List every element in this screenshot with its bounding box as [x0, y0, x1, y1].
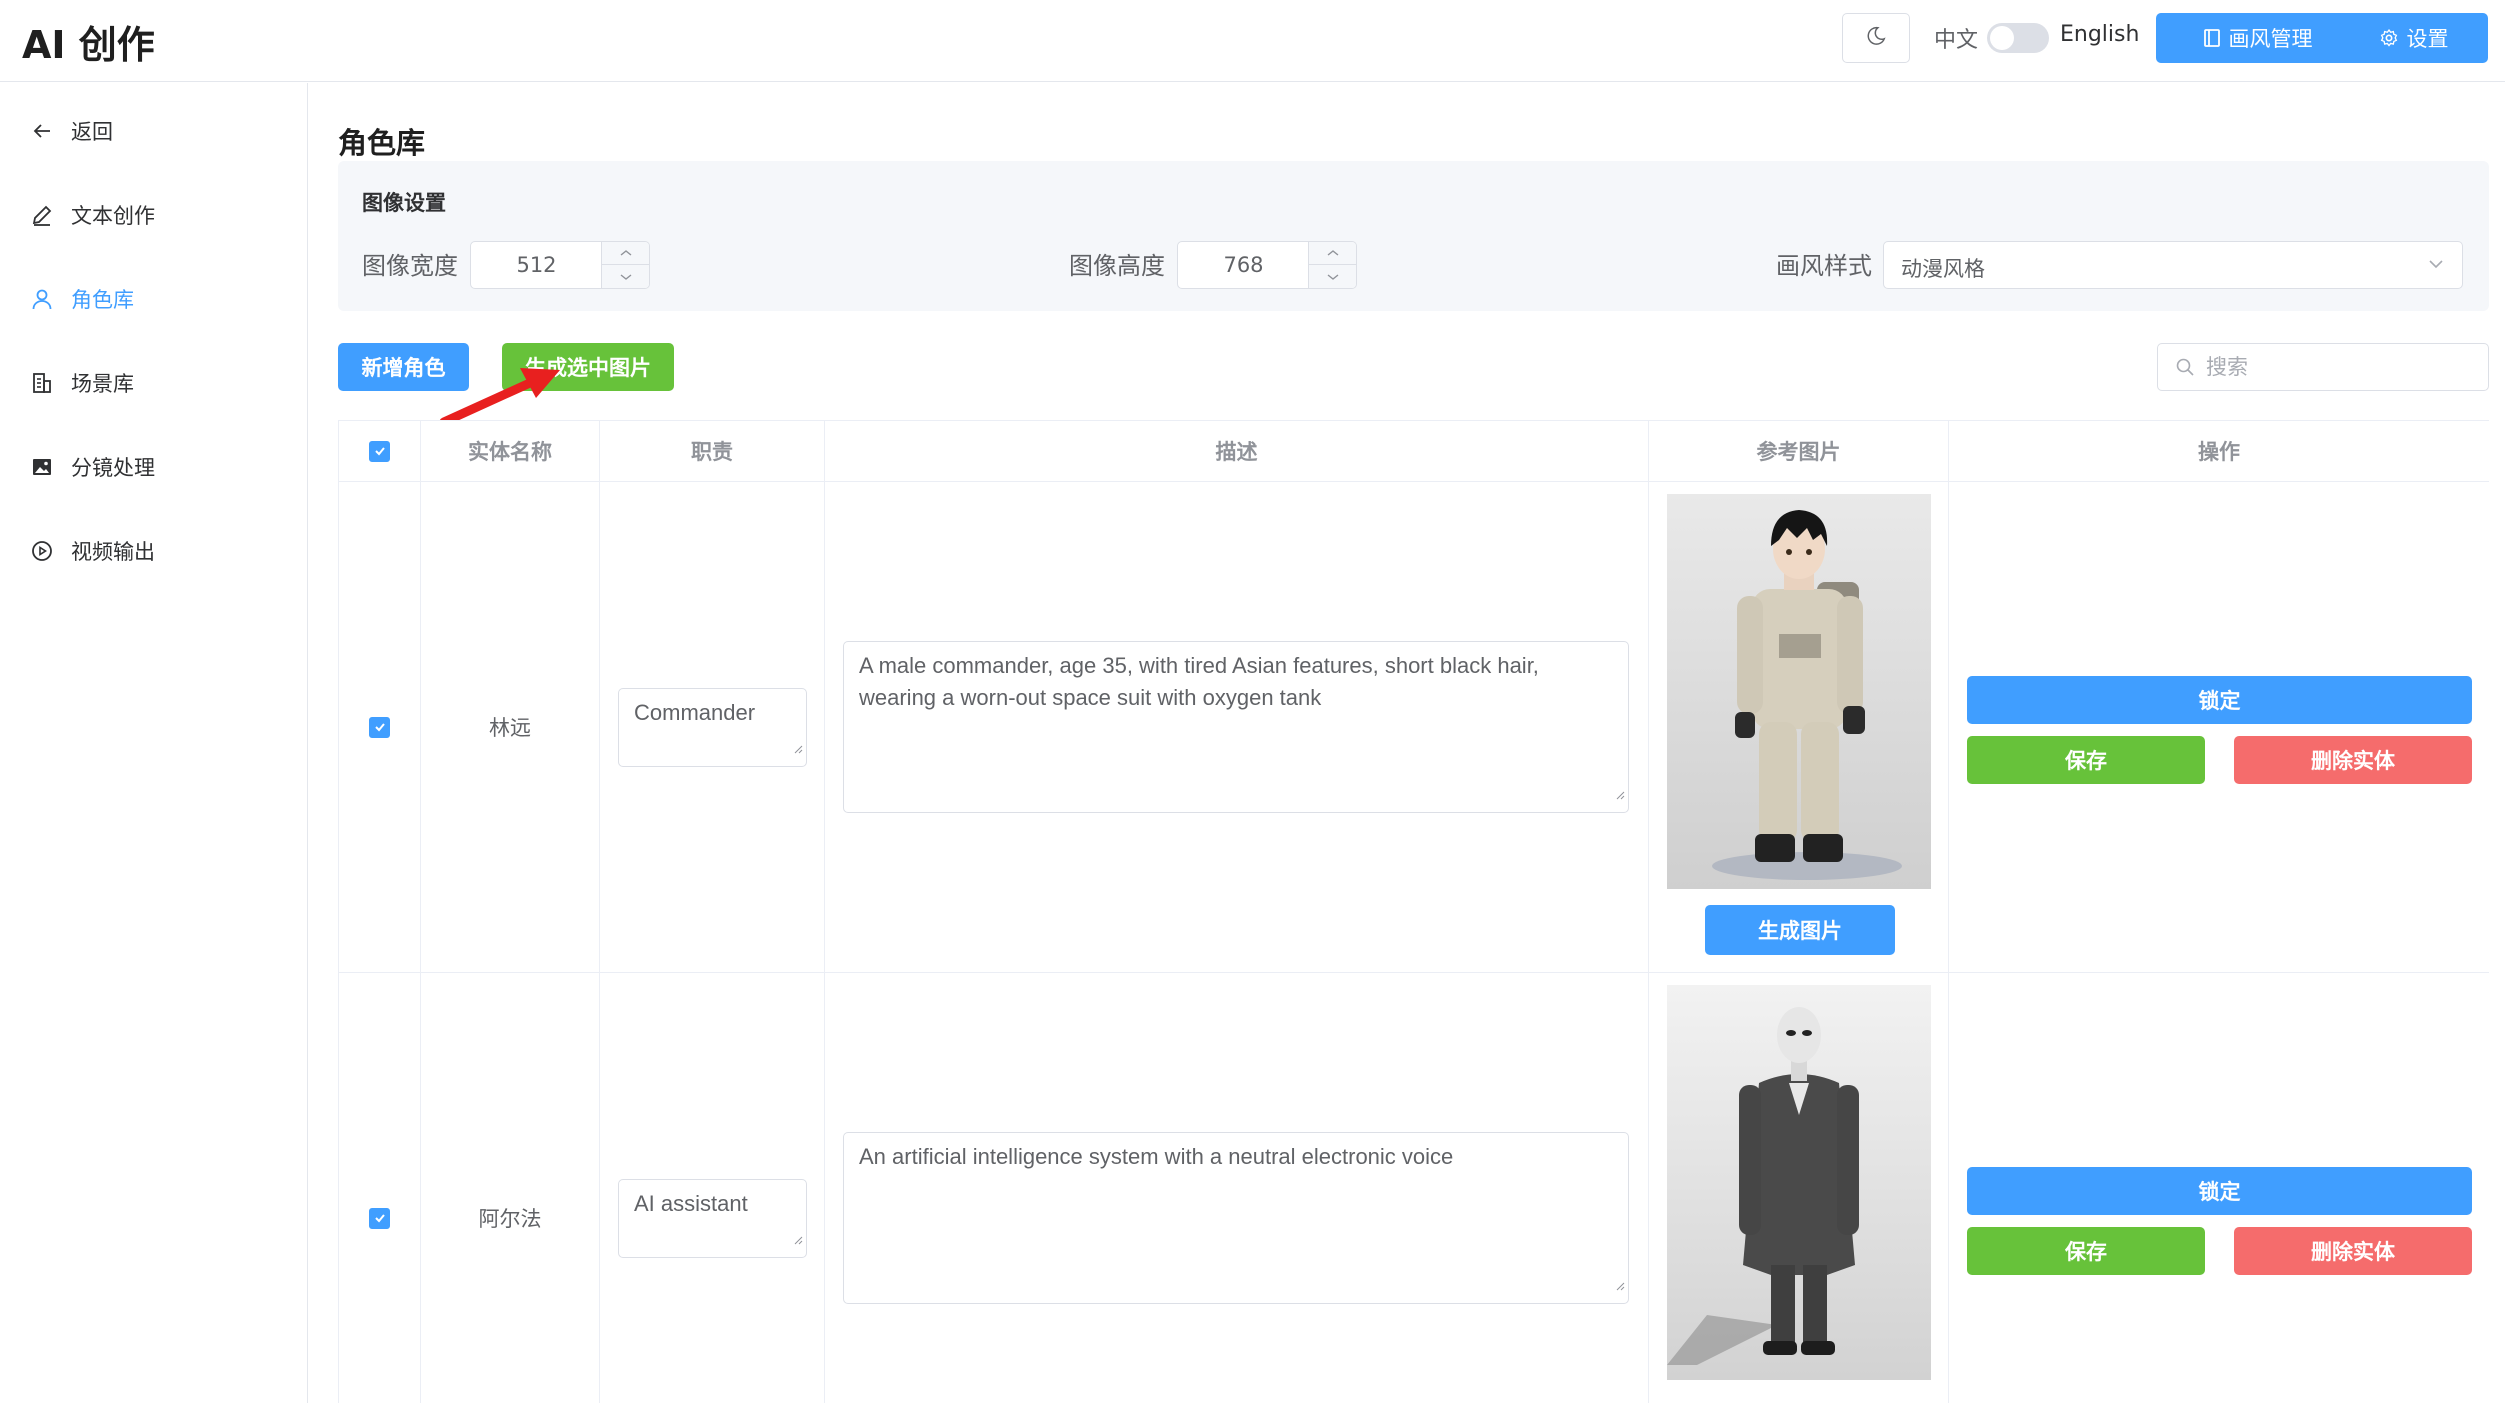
table-row-2-actions-cell: 锁定 保存 删除实体 — [1949, 973, 2489, 1403]
lock-button[interactable]: 锁定 — [1967, 1167, 2472, 1215]
table-row-1-description-cell: A male commander, age 35, with tired Asi… — [825, 482, 1649, 973]
sidebar: 返回 文本创作 角色库 场景库 分镜处理 视频输出 — [0, 83, 308, 1403]
table-row-2-image-cell — [1649, 973, 1949, 1403]
pen-icon — [28, 201, 56, 229]
description-textarea[interactable]: A male commander, age 35, with tired Asi… — [843, 641, 1629, 813]
table-row-2-description-cell: An artificial intelligence system with a… — [825, 973, 1649, 1403]
generate-image-button[interactable]: 生成图片 — [1705, 905, 1895, 955]
settings-button[interactable]: 设置 — [2339, 13, 2488, 63]
search-icon — [2175, 357, 2195, 381]
row-checkbox[interactable] — [369, 716, 390, 738]
description-textarea[interactable]: An artificial intelligence system with a… — [843, 1132, 1629, 1304]
style-management-button[interactable]: 画风管理 — [2156, 13, 2359, 63]
sidebar-item-label: 分镜处理 — [71, 456, 155, 480]
sidebar-item-label: 场景库 — [71, 372, 134, 396]
gear-icon — [2379, 28, 2399, 48]
image-width-label: 图像宽度 — [362, 252, 458, 280]
play-circle-icon — [28, 537, 56, 565]
image-settings-title: 图像设置 — [362, 191, 446, 215]
building-icon — [28, 369, 56, 397]
search-box[interactable] — [2157, 343, 2489, 391]
sidebar-item-scenes[interactable]: 场景库 — [0, 355, 307, 411]
role-textarea[interactable]: Commander — [618, 688, 807, 767]
column-header-description: 描述 — [825, 421, 1649, 482]
resize-grip-icon[interactable] — [1615, 1268, 1625, 1300]
image-width-value[interactable]: 512 — [471, 242, 602, 288]
sidebar-item-label: 返回 — [71, 120, 113, 144]
style-management-label: 画风管理 — [2228, 27, 2313, 51]
table-row-2-name: 阿尔法 — [421, 973, 600, 1403]
increment-icon[interactable] — [602, 242, 649, 265]
table-row-1-name: 林远 — [421, 482, 600, 973]
table-row-1-select — [339, 482, 421, 973]
delete-entity-button[interactable]: 删除实体 — [2234, 1227, 2472, 1275]
arrow-left-icon — [28, 117, 56, 145]
image-height-input[interactable]: 768 — [1177, 241, 1357, 289]
page-title: 角色库 — [338, 126, 426, 160]
art-style-select[interactable]: 动漫风格 — [1883, 241, 2463, 289]
character-table: 实体名称 职责 描述 参考图片 操作 林远 Commander A male c… — [338, 420, 2489, 1403]
resize-grip-icon[interactable] — [793, 731, 803, 763]
art-style-label: 画风样式 — [1776, 252, 1872, 280]
save-button[interactable]: 保存 — [1967, 1227, 2205, 1275]
image-height-value[interactable]: 768 — [1178, 242, 1309, 288]
row-checkbox[interactable] — [369, 1207, 390, 1229]
app-title: AI 创作 — [22, 23, 155, 67]
ai-assistant-portrait-image — [1667, 985, 1931, 1380]
sidebar-item-text-creation[interactable]: 文本创作 — [0, 187, 307, 243]
column-header-reference-image: 参考图片 — [1649, 421, 1949, 482]
sidebar-item-characters[interactable]: 角色库 — [0, 271, 307, 327]
increment-icon[interactable] — [1309, 242, 1356, 265]
select-all-header — [339, 421, 421, 482]
table-row-2-role-cell: AI assistant — [600, 973, 825, 1403]
language-switch[interactable] — [1987, 23, 2049, 53]
table-row-1-actions-cell: 锁定 保存 删除实体 — [1949, 482, 2489, 973]
table-row-1-image-cell: 生成图片 — [1649, 482, 1949, 973]
commander-portrait-image — [1667, 494, 1931, 889]
decrement-icon[interactable] — [1309, 265, 1356, 288]
delete-entity-button[interactable]: 删除实体 — [2234, 736, 2472, 784]
chevron-down-icon — [2426, 254, 2446, 278]
sidebar-item-storyboard[interactable]: 分镜处理 — [0, 439, 307, 495]
column-header-actions: 操作 — [1949, 421, 2489, 482]
top-header: AI 创作 中文 English 画风管理 设置 — [0, 0, 2505, 82]
image-width-input[interactable]: 512 — [470, 241, 650, 289]
role-text: Commander — [634, 700, 756, 725]
description-text: A male commander, age 35, with tired Asi… — [859, 653, 1539, 710]
sidebar-item-video-output[interactable]: 视频输出 — [0, 523, 307, 579]
picture-icon — [28, 453, 56, 481]
description-text: An artificial intelligence system with a… — [859, 1144, 1454, 1169]
resize-grip-icon[interactable] — [1615, 777, 1625, 809]
sidebar-item-label: 视频输出 — [71, 540, 155, 564]
save-button[interactable]: 保存 — [1967, 736, 2205, 784]
settings-label: 设置 — [2406, 27, 2449, 51]
column-header-role: 职责 — [600, 421, 825, 482]
select-all-checkbox[interactable] — [369, 440, 390, 462]
search-input[interactable] — [2206, 352, 2476, 382]
sidebar-item-back[interactable]: 返回 — [0, 103, 307, 159]
lang-en-label: English — [2060, 22, 2140, 47]
art-style-value: 动漫风格 — [1901, 257, 1985, 281]
image-settings-panel: 图像设置 图像宽度 512 图像高度 768 画风样式 动漫风格 — [338, 161, 2489, 311]
book-icon — [2203, 28, 2221, 48]
user-icon — [28, 285, 56, 313]
resize-grip-icon[interactable] — [793, 1222, 803, 1254]
lock-button[interactable]: 锁定 — [1967, 676, 2472, 724]
lang-zh-label: 中文 — [1934, 28, 1979, 53]
column-header-name: 实体名称 — [421, 421, 600, 482]
theme-toggle-button[interactable] — [1842, 13, 1910, 63]
sidebar-item-label: 角色库 — [71, 288, 134, 312]
table-row-2-select — [339, 973, 421, 1403]
role-text: AI assistant — [634, 1191, 748, 1216]
image-height-label: 图像高度 — [1069, 252, 1165, 280]
table-row-1-role-cell: Commander — [600, 482, 825, 973]
role-textarea[interactable]: AI assistant — [618, 1179, 807, 1258]
sidebar-item-label: 文本创作 — [71, 204, 155, 228]
moon-icon — [1865, 25, 1887, 51]
decrement-icon[interactable] — [602, 265, 649, 288]
